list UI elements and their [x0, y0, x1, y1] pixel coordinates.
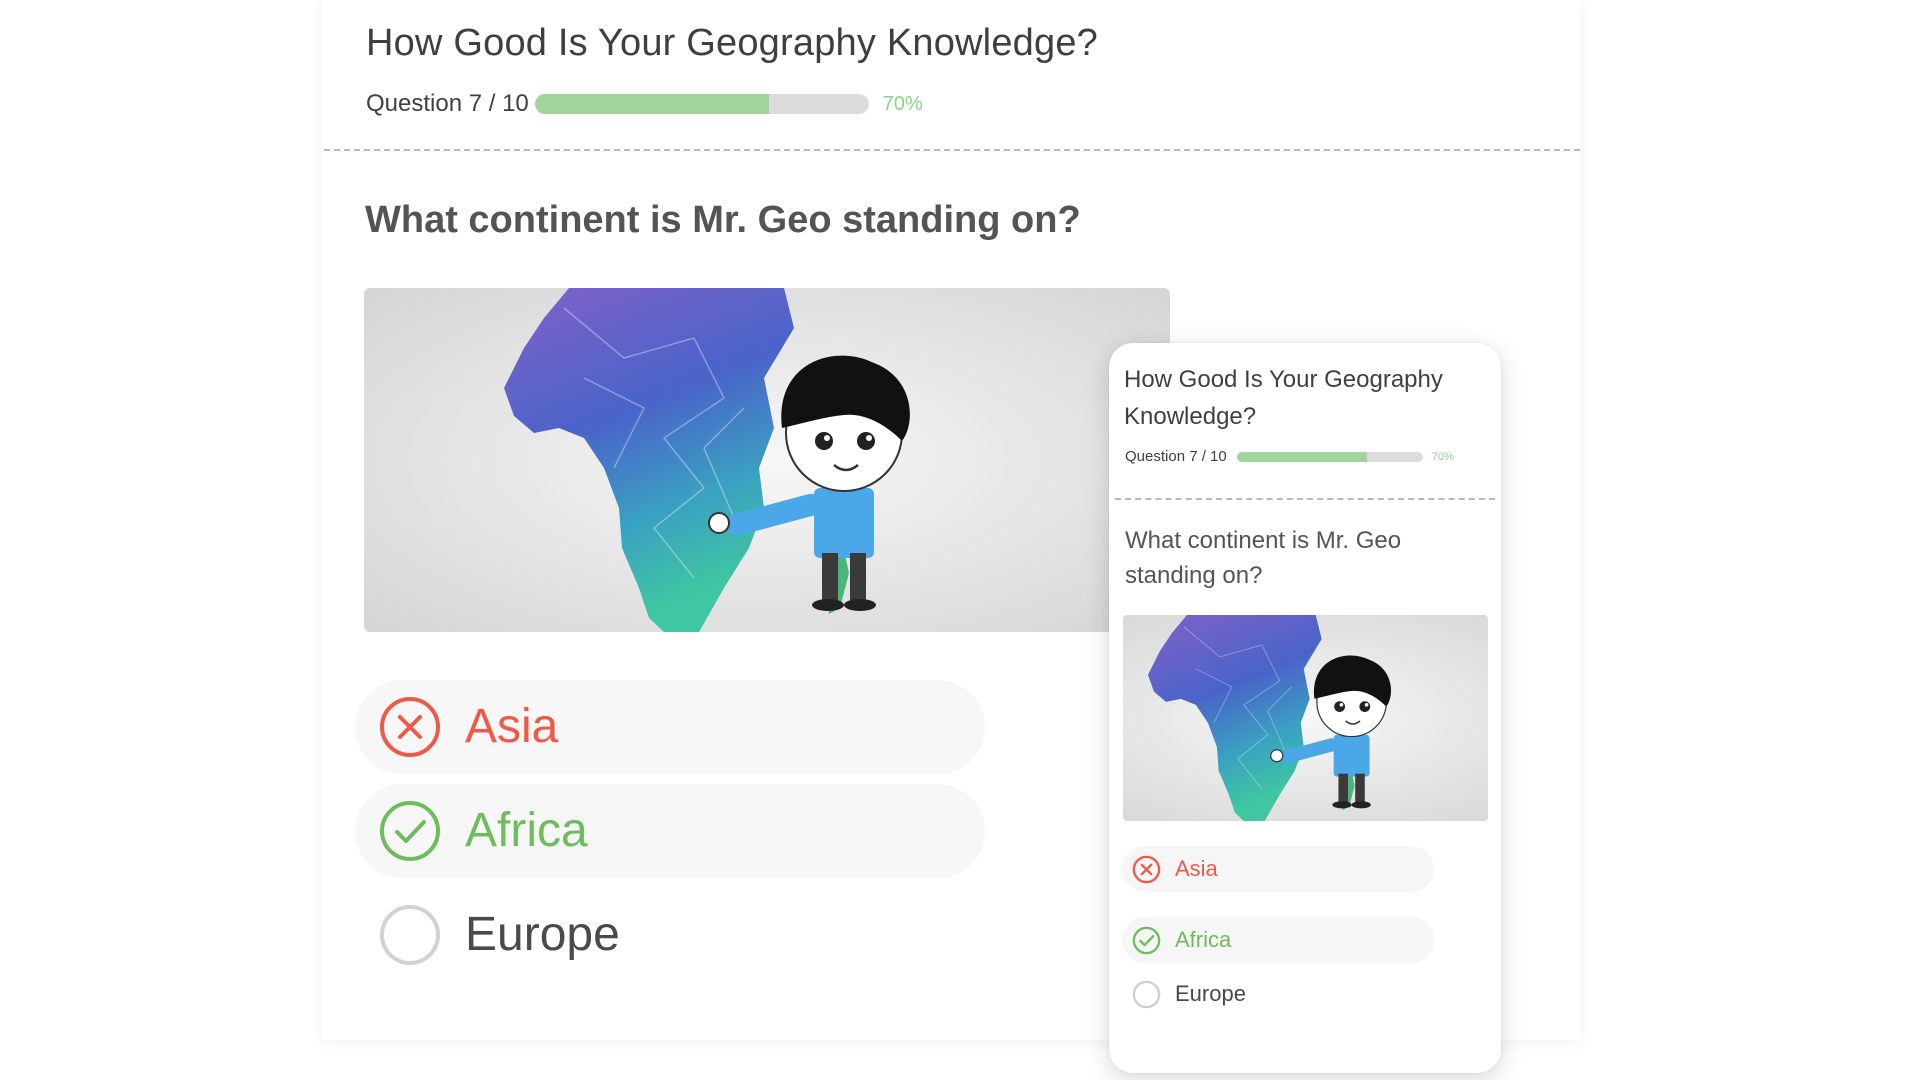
mobile-answer-option-africa[interactable]: Africa — [1122, 917, 1434, 963]
question-image — [364, 288, 1170, 632]
mobile-progress-bar — [1236, 451, 1423, 462]
quiz-card-mobile: How Good Is Your Geography Knowledge? Qu… — [1109, 343, 1501, 1073]
question-counter: Question 7 / 10 — [366, 90, 529, 117]
progress-bar-fill — [534, 94, 769, 114]
mobile-answer-label-europe: Europe — [1175, 981, 1246, 1006]
quiz-title: How Good Is Your Geography Knowledge? — [366, 22, 1098, 64]
check-circle-icon — [380, 801, 440, 861]
empty-radio-icon — [1132, 980, 1161, 1009]
header-divider — [324, 149, 1580, 151]
mobile-answer-label-asia: Asia — [1175, 856, 1218, 881]
answer-label-africa: Africa — [465, 804, 588, 857]
answer-option-asia[interactable]: Asia — [355, 680, 985, 774]
mobile-answer-label-africa: Africa — [1175, 927, 1232, 952]
mobile-answer-option-europe[interactable]: Europe — [1122, 971, 1434, 1017]
progress-bar — [534, 94, 869, 114]
mobile-progress-percent: 70% — [1431, 450, 1454, 463]
mobile-answer-options: Asia Africa Europe — [1122, 846, 1434, 1017]
mobile-question-image — [1123, 615, 1488, 821]
mobile-africa-map-mr-geo-image — [1123, 615, 1488, 821]
mobile-quiz-title: How Good Is Your Geography Knowledge? — [1124, 366, 1443, 430]
quiz-header: How Good Is Your Geography Knowledge? — [366, 22, 1098, 65]
mobile-question-counter: Question 7 / 10 — [1125, 448, 1227, 465]
answer-label-asia: Asia — [465, 700, 559, 753]
x-circle-icon — [1132, 855, 1161, 884]
question-text: What continent is Mr. Geo standing on? — [365, 199, 1081, 241]
answer-option-africa[interactable]: Africa — [355, 784, 985, 878]
mobile-progress-bar-fill — [1236, 451, 1367, 462]
answer-options: Asia Africa Europe — [355, 680, 985, 992]
check-circle-icon — [1132, 926, 1161, 955]
x-circle-icon — [380, 697, 440, 757]
africa-map-mr-geo-image — [364, 288, 1170, 632]
answer-option-europe[interactable]: Europe — [355, 888, 985, 982]
progress-percent: 70% — [882, 92, 923, 115]
empty-radio-icon — [380, 905, 440, 965]
mobile-header-divider — [1115, 498, 1495, 500]
mobile-answer-option-asia[interactable]: Asia — [1122, 846, 1434, 892]
mobile-progress-row: Question 7 / 10 70% — [1125, 448, 1454, 465]
progress-row: Question 7 / 10 70% — [366, 90, 923, 118]
answer-label-europe: Europe — [465, 908, 620, 961]
mobile-question-text: What continent is Mr. Geo standing on? — [1125, 527, 1402, 589]
